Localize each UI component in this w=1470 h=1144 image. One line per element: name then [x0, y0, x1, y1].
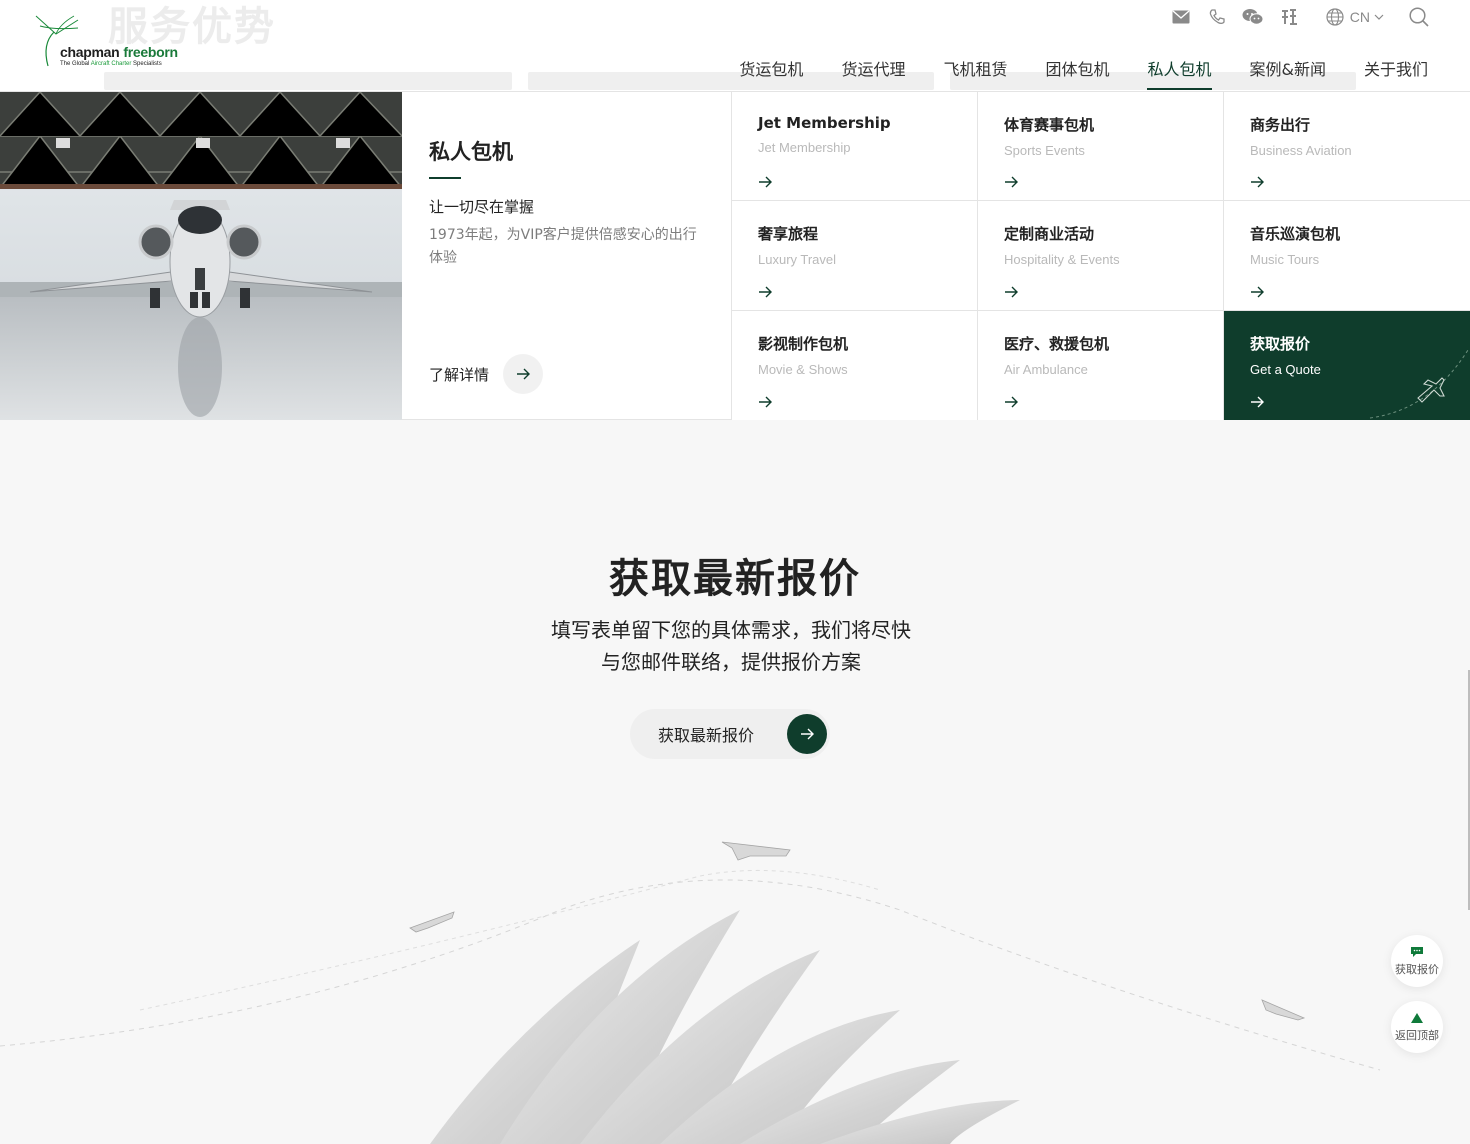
arrow-right-icon — [1251, 396, 1264, 408]
main-navigation: 货运包机 货运代理 飞机租赁 团体包机 私人包机 案例&新闻 关于我们 — [701, 56, 1428, 90]
airplane-icon — [721, 841, 791, 861]
service-business-aviation[interactable]: 商务出行 Business Aviation — [1224, 92, 1470, 201]
floating-quote-button[interactable]: 获取报价 — [1391, 935, 1443, 987]
arrow-right-icon — [1251, 176, 1264, 188]
service-subtitle: Air Ambulance — [1004, 362, 1088, 377]
logo-tagline: The Global Aircraft Charter Specialists — [60, 61, 162, 67]
search-icon[interactable] — [1408, 6, 1430, 28]
nav-private-charter[interactable]: 私人包机 — [1147, 56, 1212, 90]
airplane-icon — [1261, 999, 1306, 1021]
get-a-quote-tile[interactable]: 获取报价 Get a Quote — [1224, 311, 1470, 420]
service-title: 定制商业活动 — [1004, 225, 1095, 243]
quote-button-label: 获取最新报价 — [658, 726, 755, 745]
service-title: 奢享旅程 — [758, 225, 819, 243]
service-title: 医疗、救援包机 — [1004, 335, 1110, 353]
service-subtitle: Sports Events — [1004, 143, 1085, 158]
arrow-right-icon — [1005, 176, 1018, 188]
get-latest-quote-button[interactable]: 获取最新报价 — [630, 709, 830, 759]
language-label: CN — [1349, 9, 1370, 25]
arrow-right-icon — [759, 176, 772, 188]
floating-quote-label: 获取报价 — [1395, 962, 1439, 976]
nav-freight-forwarding[interactable]: 货运代理 — [841, 56, 905, 90]
back-to-top-button[interactable]: 返回顶部 — [1391, 1001, 1443, 1053]
globe-icon — [1326, 8, 1344, 26]
decorative-flight-illustration — [0, 841, 1381, 1144]
quote-desc-line: 与您邮件联络，提供报价方案 — [601, 650, 861, 674]
service-subtitle: Jet Membership — [758, 140, 851, 155]
mega-description: 1973年起，为VIP客户提供倍感安心的出行体验 — [429, 227, 697, 266]
learn-more-link[interactable]: 了解详情 — [429, 354, 544, 394]
service-hospitality-events[interactable]: 定制商业活动 Hospitality & Events — [978, 201, 1224, 311]
service-subtitle: Hospitality & Events — [1004, 252, 1120, 267]
arrow-right-icon — [801, 728, 814, 740]
phone-icon[interactable] — [1206, 6, 1228, 28]
service-air-ambulance[interactable]: 医疗、救援包机 Air Ambulance — [978, 311, 1224, 420]
quote-desc-line: 填写表单留下您的具体需求，我们将尽快 — [551, 618, 911, 642]
header-utility-bar: CN — [1156, 6, 1430, 28]
logo-wordmark: chapman freeborn — [60, 44, 178, 60]
private-jet-photo — [0, 92, 402, 420]
triangle-up-icon — [1411, 1012, 1423, 1023]
service-subtitle: Music Tours — [1250, 252, 1320, 267]
service-subtitle: Luxury Travel — [758, 252, 837, 267]
arrow-right-icon — [1005, 396, 1018, 408]
service-title: 音乐巡演包机 — [1250, 225, 1341, 243]
chat-bubble-icon — [1411, 946, 1423, 957]
arrow-right-icon — [759, 286, 772, 298]
service-jet-membership[interactable]: Jet Membership Jet Membership — [732, 92, 978, 201]
mail-icon[interactable] — [1170, 6, 1192, 28]
quote-section-title: 获取最新报价 — [609, 556, 861, 602]
quote-section-description: 填写表单留下您的具体需求，我们将尽快 与您邮件联络，提供报价方案 — [0, 614, 1462, 678]
learn-more-label: 了解详情 — [429, 365, 490, 384]
service-subtitle: Business Aviation — [1250, 143, 1352, 158]
mega-intro-panel: 私人包机 让一切尽在掌握 1973年起，为VIP客户提供倍感安心的出行体验 了解… — [402, 92, 732, 420]
service-sports-events[interactable]: 体育赛事包机 Sports Events — [978, 92, 1224, 201]
site-header: 服务优势 chapman freeborn The Global Aircraft… — [0, 0, 1470, 92]
service-subtitle: Movie & Shows — [758, 362, 848, 377]
arrow-right-icon — [1005, 286, 1018, 298]
nav-about-us[interactable]: 关于我们 — [1364, 56, 1428, 90]
title-underline — [429, 177, 461, 179]
airplane-icon — [409, 911, 455, 933]
arrow-right-icon — [759, 396, 772, 408]
mega-subtitle: 让一切尽在掌握 — [429, 198, 535, 216]
flight-path-decoration — [1369, 349, 1469, 419]
language-switcher[interactable]: CN — [1326, 8, 1384, 26]
mega-title: 私人包机 — [429, 140, 513, 164]
service-grid: Jet Membership Jet Membership 体育赛事包机 Spo… — [732, 92, 1470, 420]
service-luxury-travel[interactable]: 奢享旅程 Luxury Travel — [732, 201, 978, 311]
brand-logo[interactable]: chapman freeborn The Global Aircraft Char… — [34, 14, 184, 70]
service-music-tours[interactable]: 音乐巡演包机 Music Tours — [1224, 201, 1470, 311]
service-movie-shows[interactable]: 影视制作包机 Movie & Shows — [732, 311, 978, 420]
quote-button-arrow — [787, 714, 827, 754]
nav-aircraft-leasing[interactable]: 飞机租赁 — [943, 56, 1007, 90]
service-title: 商务出行 — [1250, 116, 1311, 134]
chevron-down-icon — [1374, 14, 1384, 20]
learn-more-button[interactable] — [503, 354, 544, 394]
service-title: 体育赛事包机 — [1004, 116, 1095, 134]
wechat-icon[interactable] — [1242, 6, 1264, 28]
weibo-icon[interactable] — [1278, 6, 1300, 28]
arrow-right-icon — [517, 368, 531, 380]
nav-cases-news[interactable]: 案例&新闻 — [1250, 56, 1326, 90]
service-title: Jet Membership — [758, 114, 891, 132]
nav-group-charter[interactable]: 团体包机 — [1045, 56, 1109, 90]
back-to-top-label: 返回顶部 — [1395, 1028, 1439, 1042]
arrow-right-icon — [1251, 286, 1264, 298]
background-bar — [104, 72, 512, 90]
private-charter-mega-menu: 私人包机 让一切尽在掌握 1973年起，为VIP客户提供倍感安心的出行体验 了解… — [0, 92, 1470, 420]
nav-cargo-charter[interactable]: 货运包机 — [739, 56, 803, 90]
service-title: 影视制作包机 — [758, 335, 849, 353]
